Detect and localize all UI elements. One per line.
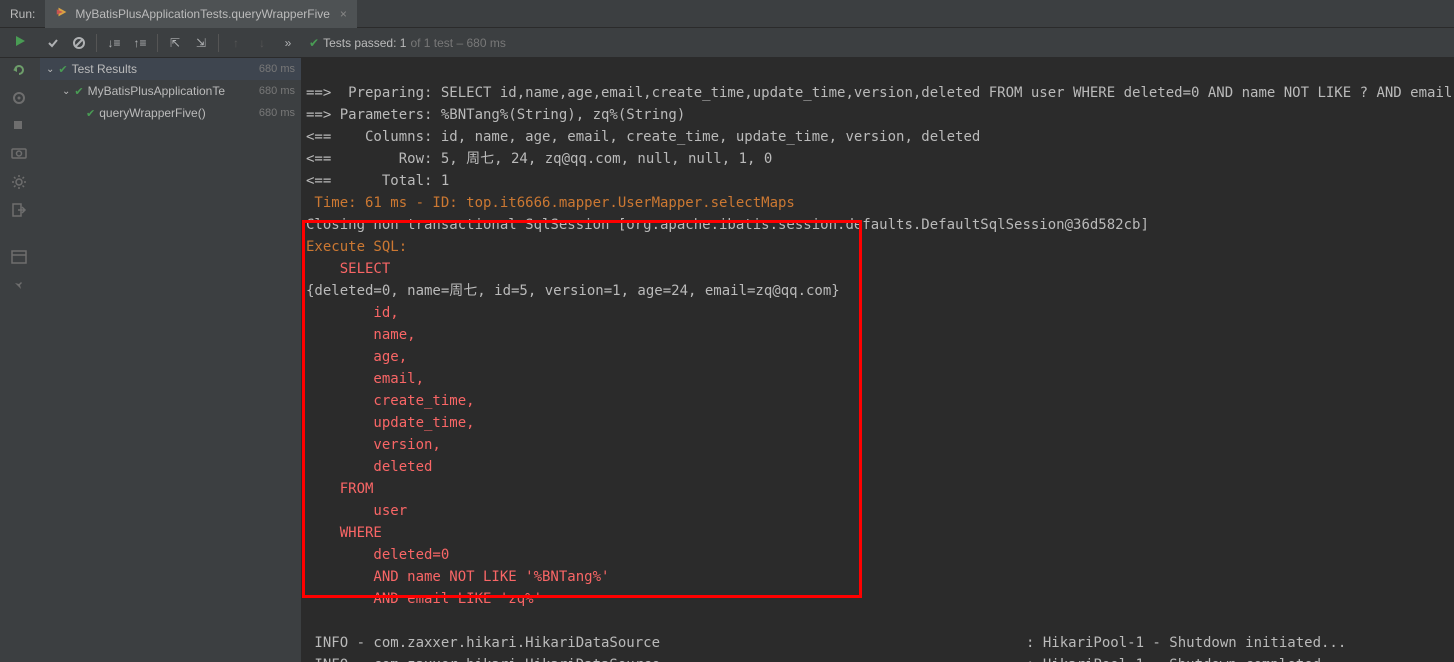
target-icon[interactable] <box>11 90 29 108</box>
console-line: deleted <box>306 459 441 475</box>
tests-total: of 1 test – 680 ms <box>410 36 505 50</box>
console-line: <== Total: 1 <box>306 173 449 189</box>
console-line: Closing non transactional SqlSession [or… <box>306 217 1149 233</box>
chevron-down-icon: ⌄ <box>46 64 54 75</box>
console-line: {deleted=0, name=周七, id=5, version=1, ag… <box>306 283 840 299</box>
console-line: SELECT <box>306 261 390 277</box>
console-line: id, <box>306 305 399 321</box>
console-line: Execute SQL: <box>306 239 407 255</box>
prev-test-button[interactable]: ↑ <box>223 30 249 56</box>
console-line: name, <box>306 327 416 343</box>
rerun-button[interactable] <box>13 34 27 51</box>
run-config-tab[interactable]: MyBatisPlusApplicationTests.queryWrapper… <box>45 0 357 28</box>
tree-label: MyBatisPlusApplicationTe <box>88 84 225 98</box>
console-line: ==> Preparing: SELECT id,name,age,email,… <box>306 85 1454 101</box>
check-icon: ✔ <box>86 107 95 120</box>
console-output[interactable]: ==> Preparing: SELECT id,name,age,email,… <box>302 58 1454 662</box>
console-line: deleted=0 <box>306 547 458 563</box>
next-test-button[interactable]: ↓ <box>249 30 275 56</box>
redo-icon[interactable] <box>11 62 29 80</box>
tree-class[interactable]: ⌄ ✔ MyBatisPlusApplicationTe 680 ms <box>40 80 301 102</box>
console-line: INFO - com.zaxxer.hikari.HikariDataSourc… <box>306 654 1026 662</box>
tree-label: Test Results <box>72 62 137 76</box>
camera-icon[interactable] <box>11 146 29 164</box>
console-line: AND email LIKE 'zq%' <box>306 591 542 607</box>
console-line: AND name NOT LIKE '%BNTang%' <box>306 569 618 585</box>
pin-icon[interactable] <box>11 278 29 296</box>
run-toolwindow-gutter <box>0 58 40 662</box>
console-line: user <box>306 503 416 519</box>
tree-time: 680 ms <box>259 85 301 97</box>
console-line: age, <box>306 349 407 365</box>
separator <box>157 34 158 52</box>
stop-icon[interactable] <box>11 118 29 136</box>
tree-time: 680 ms <box>259 63 301 75</box>
test-tree: ⌄ ✔ Test Results 680 ms ⌄ ✔ MyBatisPlusA… <box>40 58 302 662</box>
console-line: email, <box>306 371 424 387</box>
console-line: : HikariPool-1 - Shutdown initiated... <box>1026 635 1346 651</box>
check-icon: ✔ <box>58 63 67 76</box>
test-toolbar: ↓≡ ↑≡ ⇱ ⇲ ↑ ↓ » ✔ Tests passed: 1 of 1 t… <box>0 28 1454 58</box>
sort-up-button[interactable]: ↑≡ <box>127 30 153 56</box>
show-ignored-button[interactable] <box>66 30 92 56</box>
gear-icon[interactable] <box>11 174 29 192</box>
collapse-all-button[interactable]: ⇲ <box>188 30 214 56</box>
console-line: : HikariPool-1 - Shutdown completed. <box>1026 657 1329 662</box>
main-area: ⌄ ✔ Test Results 680 ms ⌄ ✔ MyBatisPlusA… <box>0 58 1454 662</box>
close-icon[interactable]: × <box>340 7 347 21</box>
console-line: FROM <box>306 481 373 497</box>
console-line: <== Columns: id, name, age, email, creat… <box>306 129 980 145</box>
tree-time: 680 ms <box>259 107 301 119</box>
test-status-summary: ✔ Tests passed: 1 of 1 test – 680 ms <box>309 36 506 50</box>
tree-label: queryWrapperFive() <box>99 106 205 120</box>
tree-method[interactable]: ✔ queryWrapperFive() 680 ms <box>40 102 301 124</box>
sort-down-button[interactable]: ↓≡ <box>101 30 127 56</box>
console-line: INFO - com.zaxxer.hikari.HikariDataSourc… <box>306 632 1026 654</box>
chevron-down-icon: ⌄ <box>62 86 70 97</box>
console-line: <== Row: 5, 周七, 24, zq@qq.com, null, nul… <box>306 151 772 167</box>
separator <box>218 34 219 52</box>
exit-icon[interactable] <box>11 202 29 220</box>
console-line: Time: 61 ms - ID: top.it6666.mapper.User… <box>306 195 795 211</box>
console-line: create_time, <box>306 393 475 409</box>
run-config-title: MyBatisPlusApplicationTests.queryWrapper… <box>75 7 330 21</box>
expand-all-button[interactable]: ⇱ <box>162 30 188 56</box>
check-icon: ✔ <box>74 85 83 98</box>
tests-passed-count: Tests passed: 1 <box>323 36 406 50</box>
run-label: Run: <box>0 7 45 21</box>
run-tab-bar: Run: MyBatisPlusApplicationTests.queryWr… <box>0 0 1454 28</box>
check-icon: ✔ <box>309 36 319 50</box>
test-config-icon <box>55 5 69 22</box>
console-line: ==> Parameters: %BNTang%(String), zq%(St… <box>306 107 685 123</box>
console-line: WHERE <box>306 525 382 541</box>
show-passed-button[interactable] <box>40 30 66 56</box>
layout-icon[interactable] <box>11 250 29 268</box>
more-button[interactable]: » <box>275 30 301 56</box>
separator <box>96 34 97 52</box>
tree-root[interactable]: ⌄ ✔ Test Results 680 ms <box>40 58 301 80</box>
console-line: version, <box>306 437 441 453</box>
console-line: update_time, <box>306 415 475 431</box>
